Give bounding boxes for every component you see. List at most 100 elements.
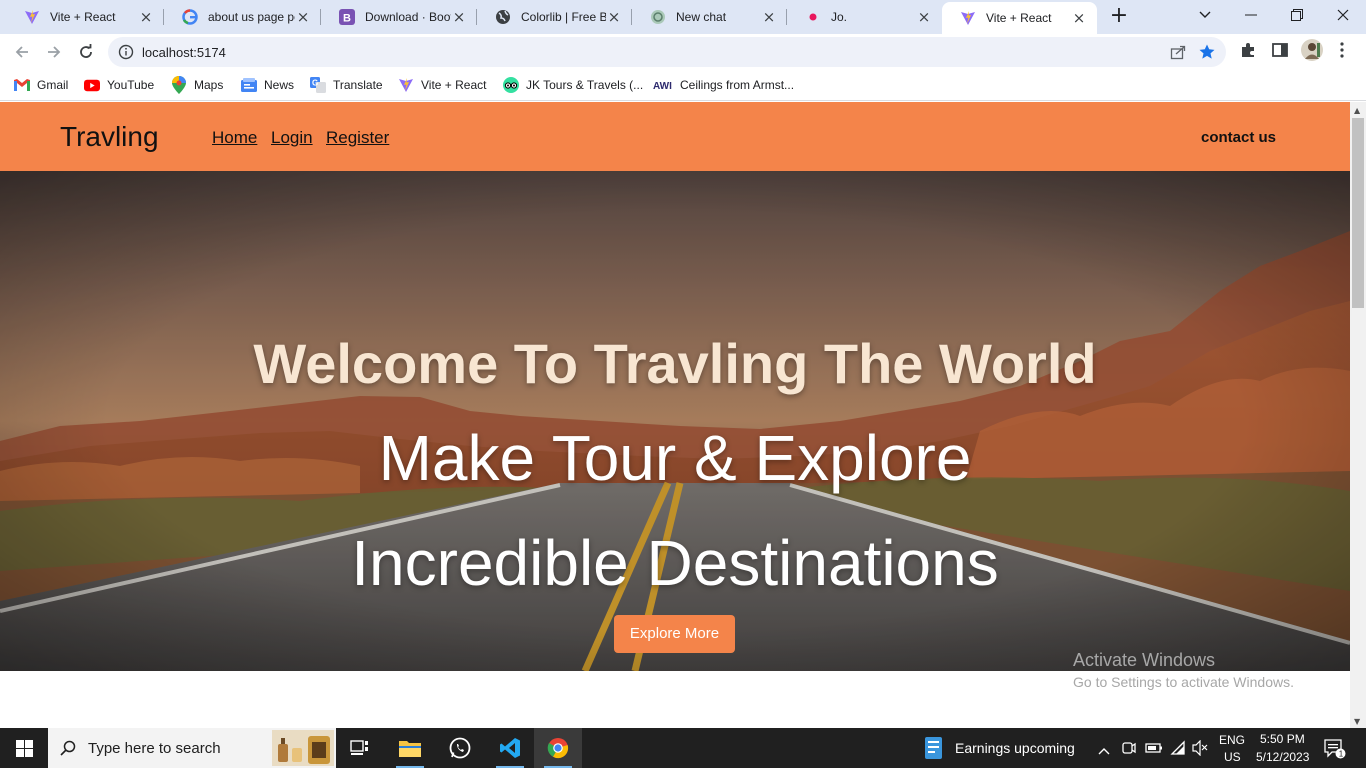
widget-text[interactable]: Earnings upcoming bbox=[955, 740, 1075, 756]
wifi-icon[interactable] bbox=[1170, 740, 1186, 761]
tab-vite-react-active[interactable]: Vite + React × bbox=[942, 2, 1097, 34]
tab-label: about us page pc bbox=[208, 10, 295, 24]
bookmark-translate[interactable]: G Translate bbox=[310, 77, 383, 93]
tab-bootstrap[interactable]: B Download · Boots × bbox=[321, 0, 477, 34]
windows-logo-icon bbox=[15, 739, 33, 757]
tab-label: Vite + React bbox=[50, 10, 116, 24]
close-icon[interactable]: × bbox=[1071, 10, 1087, 26]
scroll-down-icon[interactable]: ▼ bbox=[1354, 717, 1360, 726]
menu-kebab-icon[interactable] bbox=[1339, 41, 1345, 64]
volume-muted-icon[interactable] bbox=[1192, 739, 1208, 761]
battery-icon[interactable] bbox=[1145, 741, 1163, 760]
vite-icon bbox=[398, 77, 414, 93]
maps-icon bbox=[171, 76, 187, 94]
close-icon bbox=[1337, 9, 1349, 21]
restore-icon bbox=[1291, 9, 1303, 21]
back-button[interactable] bbox=[8, 38, 36, 66]
reload-button[interactable] bbox=[72, 38, 100, 66]
bookmark-label: Ceilings from Armst... bbox=[680, 78, 795, 92]
bookmark-star-icon[interactable] bbox=[1198, 43, 1216, 66]
notification-center-icon[interactable]: 1 bbox=[1324, 739, 1346, 764]
close-icon[interactable]: × bbox=[451, 9, 467, 25]
watermark-line-2: Go to Settings to activate Windows. bbox=[1073, 674, 1294, 690]
task-view-button[interactable] bbox=[336, 728, 384, 768]
hero-subtitle-line-1: Make Tour & Explore bbox=[378, 422, 972, 494]
stocks-widget-icon[interactable] bbox=[925, 737, 945, 764]
bookmark-label: News bbox=[264, 78, 295, 92]
tab-jo[interactable]: Jo. × bbox=[787, 0, 942, 34]
extensions-icon[interactable] bbox=[1239, 41, 1257, 64]
explore-more-button[interactable]: Explore More bbox=[614, 615, 735, 653]
new-tab-button[interactable]: + bbox=[1108, 5, 1130, 28]
notification-count: 1 bbox=[1339, 750, 1344, 759]
bookmark-maps[interactable]: Maps bbox=[171, 76, 223, 94]
address-bar[interactable]: localhost:5174 bbox=[108, 37, 1226, 67]
start-button[interactable] bbox=[0, 728, 48, 768]
tab-label: Vite + React bbox=[986, 11, 1052, 25]
url-text[interactable]: localhost:5174 bbox=[142, 45, 226, 60]
bookmark-youtube[interactable]: YouTube bbox=[84, 77, 154, 93]
close-icon[interactable]: × bbox=[138, 9, 154, 25]
close-icon[interactable]: × bbox=[916, 9, 932, 25]
minimize-button[interactable] bbox=[1228, 0, 1274, 30]
nav-link-register[interactable]: Register bbox=[326, 128, 389, 148]
nav-link-login[interactable]: Login bbox=[271, 128, 313, 148]
tab-search-button[interactable] bbox=[1182, 0, 1228, 30]
forward-button[interactable] bbox=[40, 38, 68, 66]
taskbar-file-explorer[interactable] bbox=[386, 728, 434, 768]
bookmark-ceilings[interactable]: AWI Ceilings from Armst... bbox=[653, 77, 794, 93]
tab-about-us[interactable]: about us page pc × bbox=[164, 0, 321, 34]
restore-button[interactable] bbox=[1274, 0, 1320, 30]
browser-toolbar: localhost:5174 bbox=[0, 34, 1366, 70]
tab-colorlib[interactable]: Colorlib | Free Bo × bbox=[477, 0, 632, 34]
close-window-button[interactable] bbox=[1320, 0, 1366, 30]
site-brand[interactable]: Travling bbox=[60, 121, 159, 153]
page-viewport: Travling Home Login Register contact us bbox=[0, 102, 1350, 728]
whatsapp-icon bbox=[449, 737, 471, 759]
bookmark-jk-tours[interactable]: JK Tours & Travels (... bbox=[503, 77, 643, 93]
translate-icon: G bbox=[310, 77, 326, 93]
search-highlight-icon bbox=[272, 730, 334, 771]
search-icon bbox=[60, 740, 76, 761]
site-navbar: Travling Home Login Register contact us bbox=[0, 102, 1350, 171]
google-icon bbox=[182, 9, 198, 25]
tripadvisor-icon bbox=[503, 77, 519, 93]
close-icon[interactable]: × bbox=[295, 9, 311, 25]
bookmark-label: Vite + React bbox=[421, 78, 487, 92]
tab-vite-react-1[interactable]: Vite + React × bbox=[6, 0, 164, 34]
bookmark-label: Gmail bbox=[37, 78, 69, 92]
taskbar-search-box[interactable]: Type here to search bbox=[48, 728, 336, 768]
search-placeholder: Type here to search bbox=[88, 740, 221, 757]
page-scrollbar[interactable]: ▲ ▼ bbox=[1350, 102, 1366, 728]
taskbar-vscode[interactable] bbox=[486, 728, 534, 768]
avatar[interactable] bbox=[1301, 39, 1323, 66]
bookmark-label: JK Tours & Travels (... bbox=[526, 78, 644, 92]
meet-now-icon[interactable] bbox=[1122, 740, 1136, 761]
clock-date[interactable]: 5/12/2023 bbox=[1256, 750, 1309, 764]
share-icon[interactable] bbox=[1170, 44, 1186, 65]
taskbar-whatsapp[interactable] bbox=[436, 728, 484, 768]
bookmark-gmail[interactable]: Gmail bbox=[14, 77, 68, 93]
bookmark-news[interactable]: News bbox=[241, 77, 294, 93]
bootstrap-icon: B bbox=[339, 9, 355, 25]
info-icon[interactable] bbox=[118, 44, 134, 65]
clock-time[interactable]: 5:50 PM bbox=[1260, 732, 1305, 746]
scrollbar-thumb[interactable] bbox=[1352, 118, 1364, 308]
close-icon[interactable]: × bbox=[761, 9, 777, 25]
chevron-down-icon bbox=[1199, 11, 1211, 18]
tab-label: Colorlib | Free Bo bbox=[521, 10, 606, 24]
chevron-up-icon[interactable] bbox=[1098, 742, 1110, 760]
scroll-up-icon[interactable]: ▲ bbox=[1354, 106, 1360, 115]
tab-new-chat[interactable]: New chat × bbox=[632, 0, 787, 34]
region-indicator[interactable]: US bbox=[1224, 750, 1241, 764]
contact-us-link[interactable]: contact us bbox=[1201, 129, 1276, 146]
language-indicator[interactable]: ENG bbox=[1219, 733, 1245, 747]
taskbar-chrome[interactable] bbox=[534, 728, 582, 768]
close-icon[interactable]: × bbox=[606, 9, 622, 25]
side-panel-icon[interactable] bbox=[1271, 41, 1289, 64]
nav-link-home[interactable]: Home bbox=[212, 128, 257, 148]
bookmark-vite-react[interactable]: Vite + React bbox=[398, 77, 486, 93]
activate-windows-watermark: Activate Windows Go to Settings to activ… bbox=[1073, 650, 1294, 690]
tab-label: New chat bbox=[676, 10, 727, 24]
hero-section: Welcome To Travling The World Make Tour … bbox=[0, 171, 1350, 671]
